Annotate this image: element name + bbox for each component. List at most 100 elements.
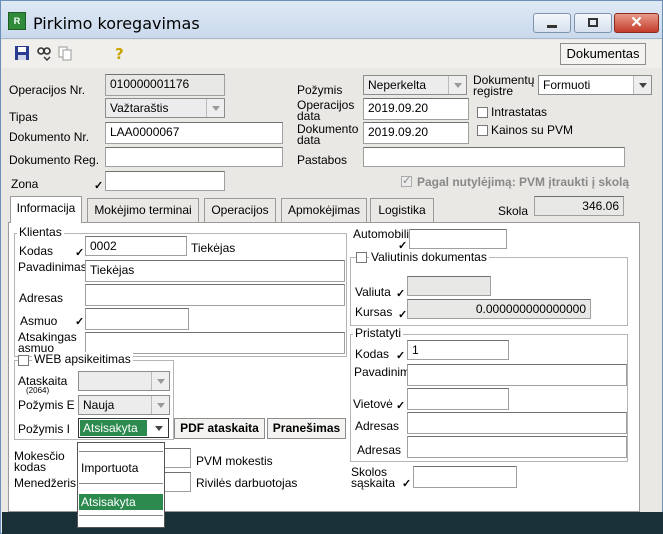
tax-code-value: PVM mokestis (196, 454, 273, 468)
documents-button[interactable]: Dokumentas (560, 43, 646, 65)
dropdown-option-empty[interactable] (79, 445, 163, 461)
name-label: Pavadinimas (18, 260, 87, 274)
vehicle-field[interactable] (409, 229, 507, 249)
chevron-down-icon (448, 76, 466, 94)
feature-label: Požymis (297, 83, 343, 97)
maximize-button[interactable] (574, 13, 612, 33)
tab-operacijos[interactable]: Operacijos (204, 198, 276, 222)
close-button[interactable]: ✕ (614, 13, 659, 33)
feature-e-select[interactable]: Nauja (78, 395, 170, 415)
feature-i-label: Požymis I (18, 422, 71, 436)
client-group-title: Klientas (17, 225, 64, 239)
p-name-label: Pavadinimas (354, 365, 423, 379)
check-mark-icon: ✓ (402, 175, 412, 187)
manager-label: Menedžeris (14, 476, 77, 490)
address-field[interactable] (85, 284, 345, 306)
code-label: Kodas (19, 244, 54, 258)
p-name-field[interactable] (407, 364, 627, 386)
name-field[interactable]: Tiekėjas (85, 260, 345, 282)
debt-label: Skola (498, 204, 529, 218)
person-field[interactable] (85, 308, 189, 330)
currency-label: Valiuta (355, 285, 391, 299)
dropdown-option-last[interactable] (79, 511, 163, 527)
intrastat-checkbox[interactable] (477, 107, 488, 118)
feature-e-label: Požymis E (18, 398, 75, 412)
tab-informacija[interactable]: Informacija (10, 196, 82, 223)
pdf-report-button[interactable]: PDF ataskaita (174, 418, 265, 439)
save-icon[interactable] (14, 45, 30, 61)
check-mark-icon: ✓ (94, 180, 104, 192)
dropdown-option-blank[interactable] (79, 469, 163, 485)
responsible-label: Atsakingas asmuo (18, 330, 77, 355)
person-label: Asmuo (20, 314, 58, 328)
currency-doc-label: Valiutinis dokumentas (369, 250, 489, 264)
register-label: Dokumentų registre (473, 73, 535, 98)
address-label: Adresas (19, 291, 64, 305)
check-mark-icon: ✓ (396, 400, 406, 412)
check-mark-icon: ✓ (398, 309, 408, 321)
currency-field[interactable] (407, 276, 491, 296)
tab-mokejimo-terminai[interactable]: Mokėjimo terminai (87, 198, 199, 222)
doc-no-label: Dokumento Nr. (9, 130, 90, 144)
dropdown-option-atsisakyta[interactable]: Atsisakyta (79, 494, 163, 510)
app-icon: R (8, 12, 26, 30)
feature-select[interactable]: Neperkelta (363, 75, 467, 95)
type-select-value: Važtaraštis (110, 101, 169, 115)
web-checkbox[interactable] (18, 355, 29, 366)
tax-code-field[interactable] (161, 448, 191, 468)
report-select[interactable] (78, 371, 170, 391)
default-vat-checkbox[interactable]: ✓ (401, 175, 412, 187)
tab-logistika[interactable]: Logistika (370, 198, 434, 222)
copy-icon[interactable] (57, 45, 73, 61)
chevron-down-icon (206, 99, 224, 117)
responsible-field[interactable] (85, 332, 345, 354)
p-place-field[interactable] (407, 388, 509, 410)
chevron-down-icon (150, 419, 168, 437)
p-code-field[interactable]: 1 (407, 340, 509, 360)
op-date-field[interactable]: 2019.09.20 (363, 98, 469, 120)
window-title: Pirkimo koregavimas (33, 14, 200, 33)
client-type-label: Tiekėjas (191, 241, 236, 255)
doc-date-field[interactable]: 2019.09.20 (363, 122, 469, 144)
p-address1-field[interactable] (407, 412, 627, 434)
doc-reg-field[interactable] (105, 147, 283, 167)
type-select[interactable]: Važtaraštis (105, 98, 225, 118)
currency-doc-checkbox[interactable] (356, 252, 367, 263)
feature-i-value: Atsisakyta (80, 420, 147, 436)
register-select[interactable]: Formuoti (538, 75, 652, 95)
manager-value: Rivilės darbuotojas (196, 476, 298, 490)
doc-no-field[interactable]: LAA0000067 (105, 122, 283, 144)
notifications-button[interactable]: Pranešimas (267, 418, 346, 439)
zone-field[interactable] (105, 171, 225, 191)
notes-field[interactable] (363, 147, 625, 167)
code-field[interactable]: 0002 (85, 236, 187, 256)
tab-apmokejimas[interactable]: Apmokėjimas (281, 198, 367, 222)
help-icon[interactable]: ? (112, 45, 128, 61)
find-icon[interactable] (36, 45, 52, 61)
dropdown-divider (79, 451, 163, 452)
chevron-down-icon (633, 76, 651, 94)
manager-field[interactable] (161, 472, 191, 492)
p-place-label: Vietovė (353, 397, 393, 411)
minimize-button[interactable] (533, 13, 571, 33)
svg-text:?: ? (115, 45, 124, 61)
check-mark-icon: ✓ (402, 478, 412, 490)
delivery-group-title: Pristatyti (353, 326, 404, 340)
web-label: WEB apsikeitimas (32, 352, 133, 366)
feature-select-value: Neperkelta (368, 78, 427, 92)
debt-account-label: Skolos sąskaita (351, 465, 396, 490)
feature-i-select[interactable]: Atsisakyta (78, 418, 169, 438)
rate-label: Kursas (355, 305, 393, 319)
p-address2-field[interactable] (407, 436, 627, 458)
prices-vat-checkbox[interactable] (477, 125, 488, 136)
register-select-value: Formuoti (543, 78, 591, 92)
doc-reg-label: Dokumento Reg. (9, 153, 100, 167)
debt-account-field[interactable] (413, 466, 517, 488)
type-label: Tipas (9, 110, 38, 124)
default-vat-label: Pagal nutylėjimą: PVM įtraukti į skolą (417, 175, 630, 189)
check-mark-icon: ✓ (75, 247, 85, 259)
window: R Pirkimo koregavimas ✕ ? Dokumentas Ope… (0, 0, 663, 534)
check-mark-icon: ✓ (396, 350, 406, 362)
p-code-label: Kodas (355, 347, 390, 361)
p-address2-label: Adresas (357, 443, 402, 457)
